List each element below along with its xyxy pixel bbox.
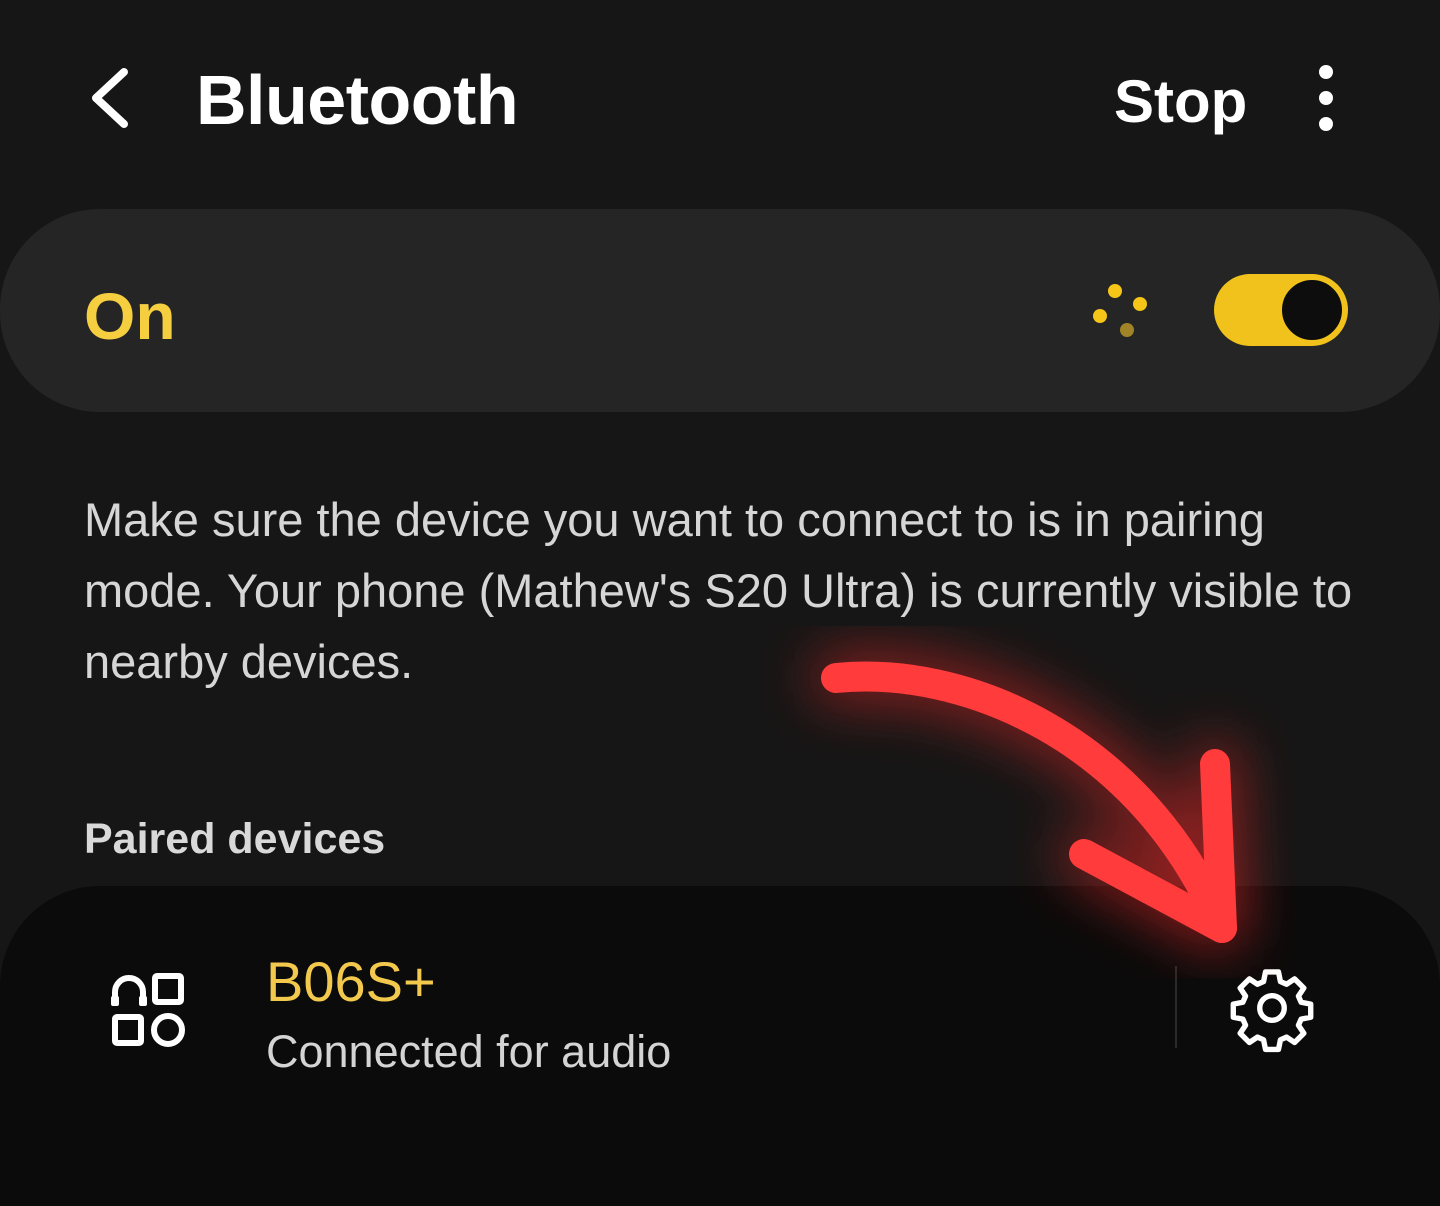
more-vert-icon: [1319, 65, 1333, 131]
device-row-divider: [1175, 966, 1177, 1048]
scanning-dots-icon: [1088, 282, 1156, 342]
app-bar: Bluetooth Stop: [0, 0, 1440, 200]
gear-icon: [1230, 969, 1314, 1053]
device-type-other-icon: [108, 970, 186, 1048]
chevron-left-icon: [92, 68, 128, 128]
paired-devices-header: Paired devices: [84, 815, 386, 863]
device-settings-button[interactable]: [1226, 962, 1318, 1054]
back-button[interactable]: [80, 58, 150, 138]
device-name: B06S+: [266, 950, 436, 1013]
stop-scan-button[interactable]: Stop: [1114, 66, 1247, 138]
more-options-button[interactable]: [1298, 62, 1354, 134]
switch-state-label: On: [84, 279, 176, 353]
bluetooth-toggle[interactable]: [1212, 272, 1350, 348]
device-status: Connected for audio: [266, 1026, 672, 1077]
pairing-instructions: Make sure the device you want to connect…: [84, 493, 1353, 688]
page-title: Bluetooth: [196, 61, 519, 139]
